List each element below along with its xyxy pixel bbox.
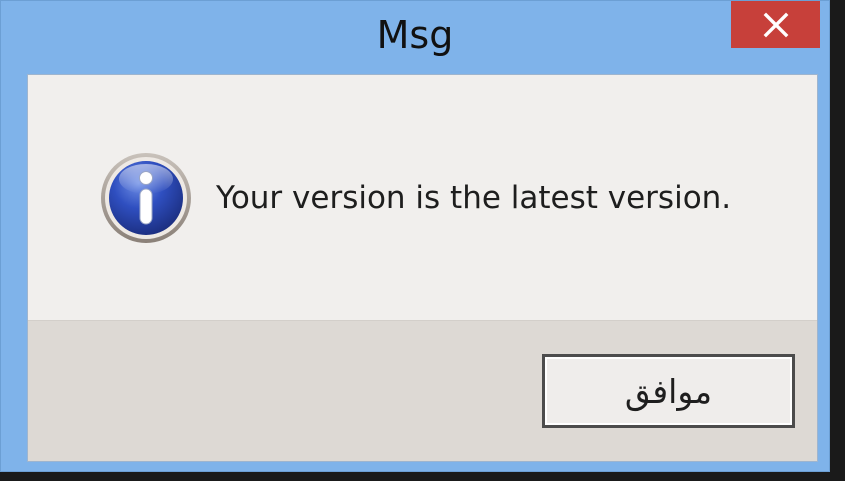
ok-button-label: موافق [624,371,713,411]
title-bar[interactable]: Msg [1,1,829,74]
message-dialog-window: Msg Your version is the latest version. … [0,0,830,472]
dialog-title: Msg [376,13,454,57]
dialog-body: Your version is the latest version. مواف… [27,74,818,462]
button-bar: موافق [28,320,817,461]
close-button[interactable] [731,1,820,48]
close-icon [763,12,788,37]
ok-button[interactable]: موافق [542,354,795,428]
message-area: Your version is the latest version. [28,75,817,320]
dialog-message: Your version is the latest version. [216,180,732,216]
info-icon [101,153,191,243]
